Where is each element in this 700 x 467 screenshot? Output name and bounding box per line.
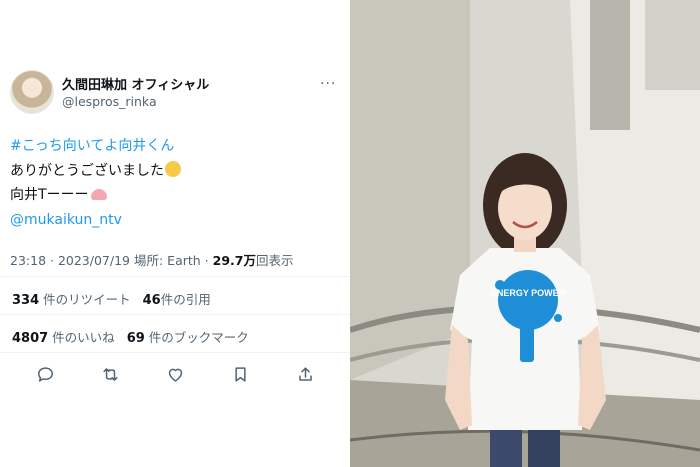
avatar[interactable] (10, 70, 54, 114)
tweet-meta: 23:18 · 2023/07/19 場所: Earth · 29.7万回表示 (10, 250, 293, 269)
bookmark-icon[interactable] (229, 362, 251, 386)
shirt-print-text: ENERGY POWER (491, 288, 566, 298)
tweet-line-thanks: ありがとうございました (10, 162, 164, 179)
reply-icon[interactable] (34, 362, 56, 386)
bookmarks-stat[interactable]: 69 件のブックマーク (127, 330, 249, 346)
tweet-line-shirt: 向井Tーーー (10, 187, 89, 203)
divider (0, 352, 350, 353)
views-label: 回表示 (255, 253, 294, 268)
divider (0, 276, 350, 277)
tweet-text: #こっち向いてよ向井くん ありがとうございました 向井Tーーー @mukaiku… (10, 134, 181, 232)
more-options-icon[interactable]: ··· (320, 76, 336, 92)
share-icon[interactable] (294, 362, 316, 386)
hashtag-link[interactable]: #こっち向いてよ向井くん (10, 138, 174, 154)
tweet-card: 久間田琳加 オフィシャル @lespros_rinka ··· #こっち向いてよ… (0, 0, 350, 467)
tweet-time[interactable]: 23:18 (10, 253, 46, 268)
tweet-date[interactable]: 2023/07/19 (58, 253, 130, 268)
relieved-face-icon (165, 160, 181, 177)
display-name[interactable]: 久間田琳加 オフィシャル (62, 74, 209, 93)
views-count: 29.7万 (212, 253, 256, 268)
like-icon[interactable] (164, 362, 186, 386)
user-handle[interactable]: @lespros_rinka (62, 94, 157, 109)
retweet-icon[interactable] (99, 362, 121, 386)
retweets-stat[interactable]: 334 件のリツイート (12, 292, 131, 308)
quotes-stat[interactable]: 46件の引用 (143, 292, 211, 308)
heart-hands-icon (90, 189, 107, 200)
tweet-photo[interactable]: ENERGY POWER (350, 0, 700, 467)
likes-stat[interactable]: 4807 件のいいね (12, 330, 115, 346)
meta-separator-2: · (200, 253, 213, 268)
action-bar (0, 362, 350, 390)
stats-row-retweets: 334 件のリツイート 46件の引用 (12, 289, 211, 308)
divider (0, 314, 350, 315)
meta-separator: · (46, 253, 58, 268)
stats-row-likes: 4807 件のいいね 69 件のブックマーク (12, 327, 249, 346)
mention-link[interactable]: @mukaikun_ntv (10, 212, 122, 228)
photo-illustration: ENERGY POWER (350, 0, 700, 467)
tweet-location: 場所: Earth (133, 253, 201, 268)
